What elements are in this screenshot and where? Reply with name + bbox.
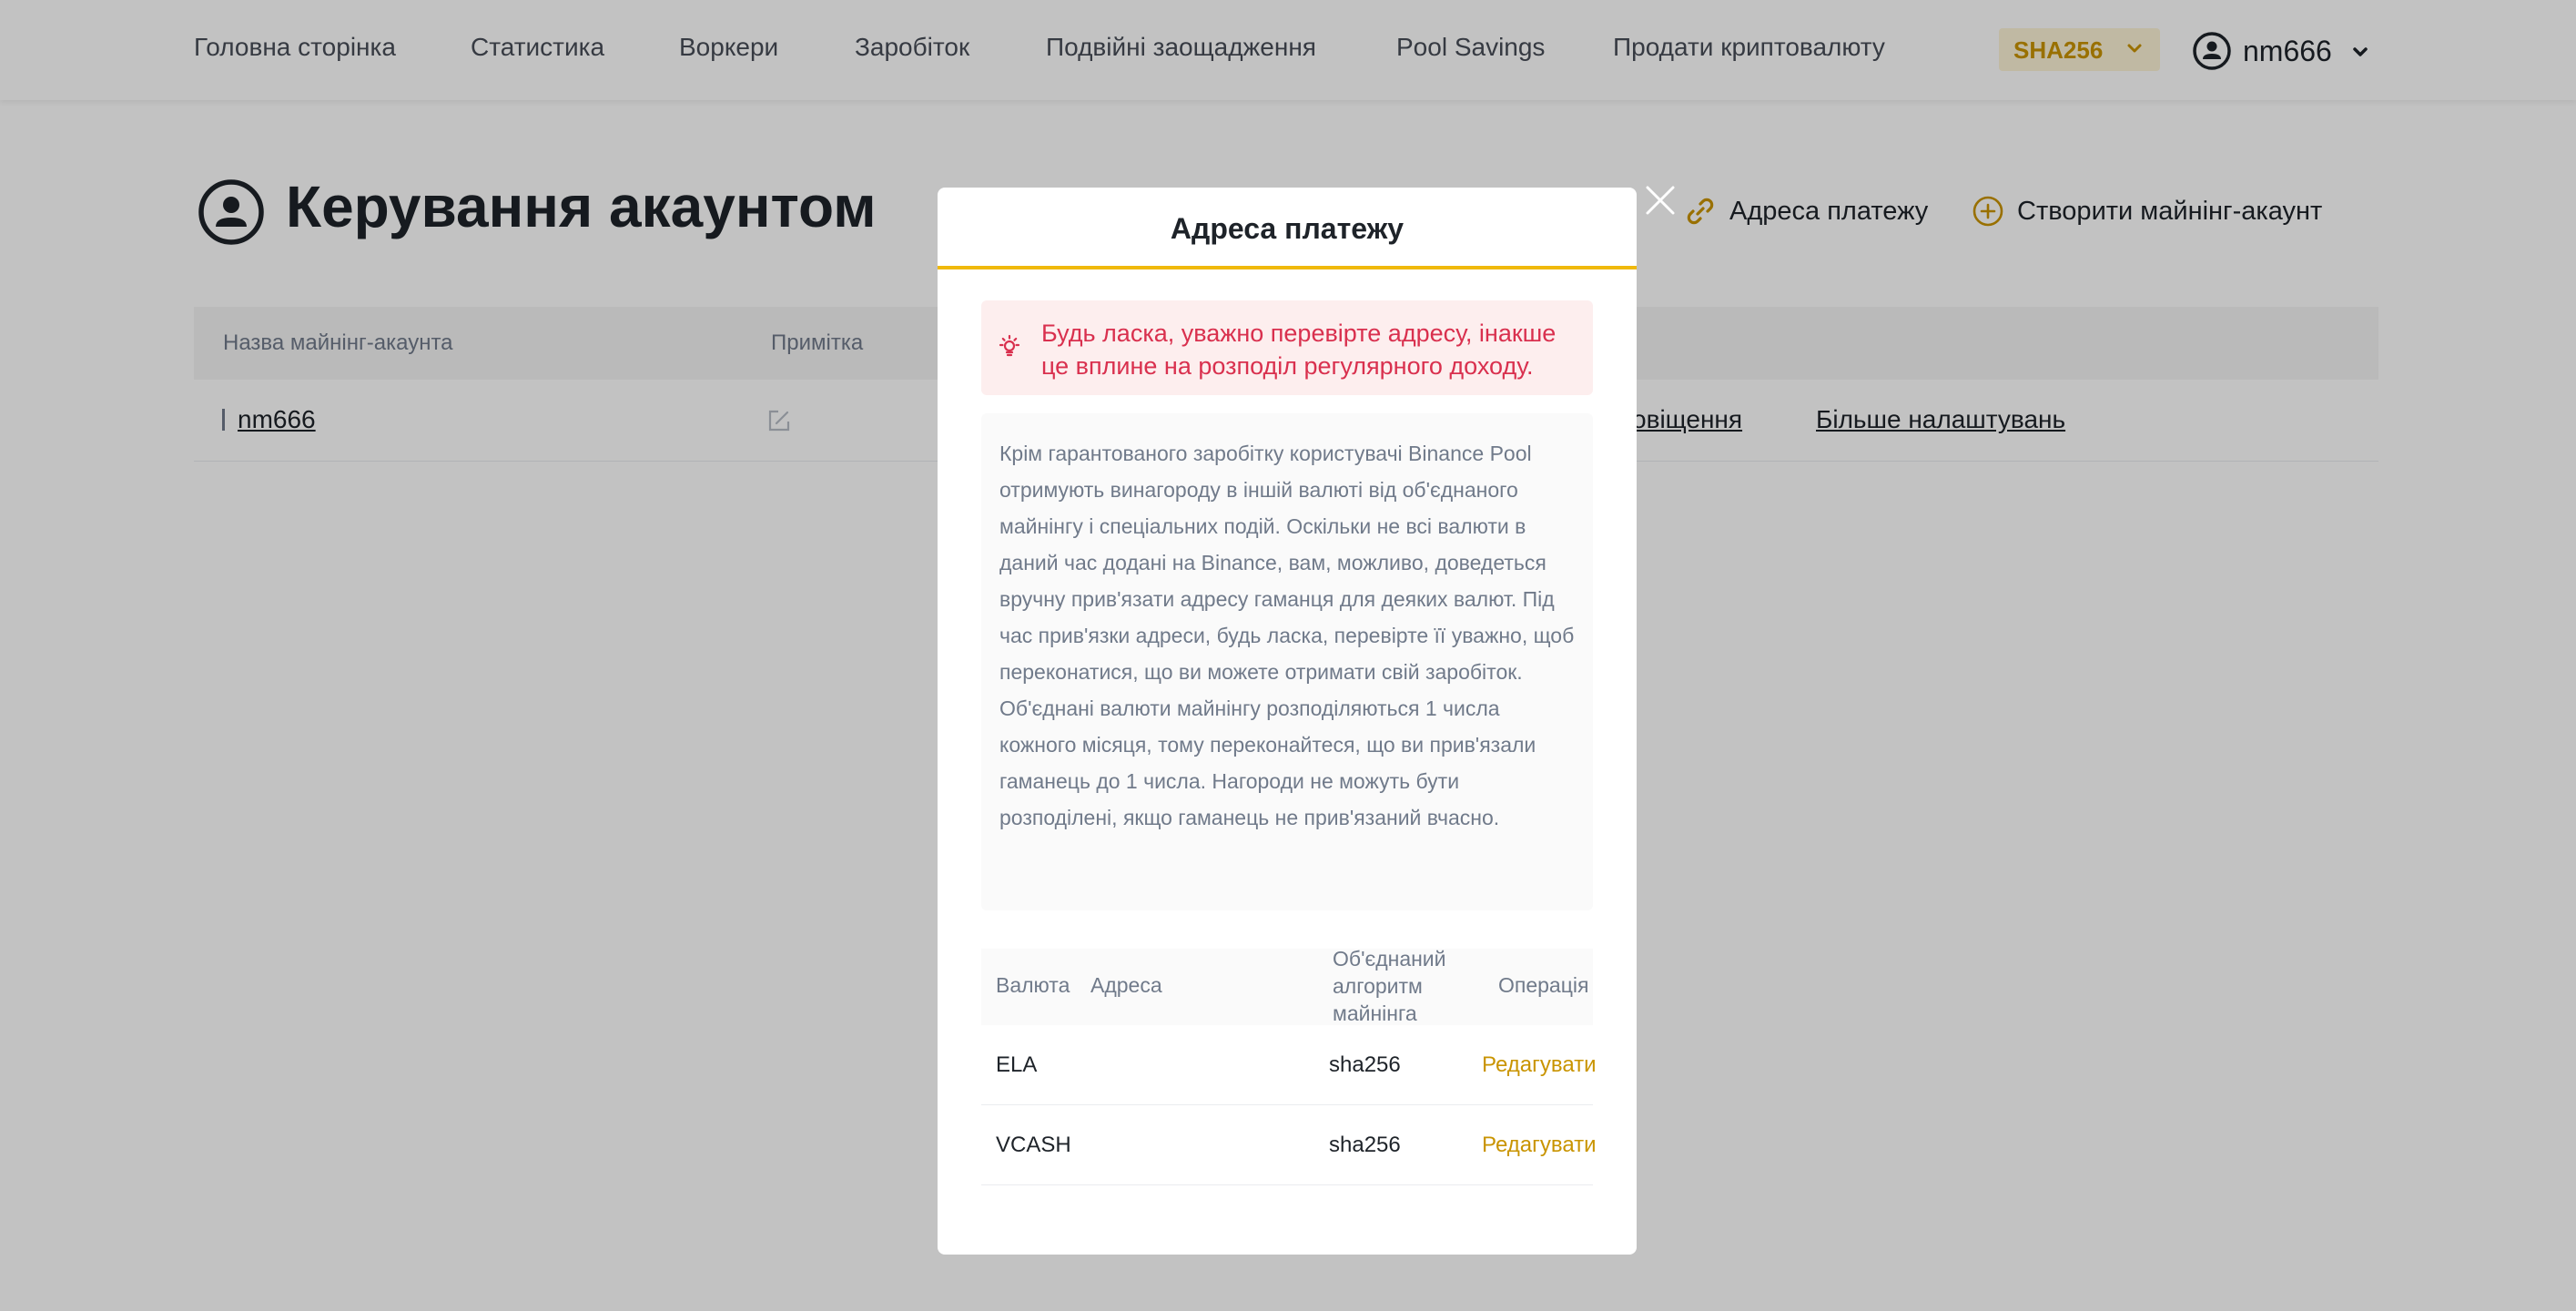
column-merged-algorithm: Об'єднаний алгоритм майнінга <box>1333 947 1446 1025</box>
currency-cell: ELA <box>996 1052 1038 1077</box>
currency-cell: VCASH <box>996 1133 1071 1157</box>
warning-text: Будь ласка, уважно перевірте адресу, іна… <box>1041 320 1557 380</box>
close-icon[interactable] <box>1644 184 1677 217</box>
warning-alert: Будь ласка, уважно перевірте адресу, іна… <box>981 300 1593 395</box>
algorithm-cell: sha256 <box>1329 1133 1401 1157</box>
lightbulb-icon <box>999 334 1020 357</box>
edit-button[interactable]: Редагувати <box>1482 1052 1597 1078</box>
info-box: Крім гарантованого заробітку користувачі… <box>981 413 1593 910</box>
currency-table-header: Валюта Адреса Об'єднаний алгоритм майнін… <box>981 947 1593 1025</box>
edit-button[interactable]: Редагувати <box>1482 1133 1597 1158</box>
info-text: Крім гарантованого заробітку користувачі… <box>999 442 1575 829</box>
payment-address-modal: Адреса платежу Будь ласка, уважно переві… <box>938 188 1637 1255</box>
column-currency: Валюта <box>996 973 1070 997</box>
modal-title: Адреса платежу <box>938 188 1637 269</box>
algorithm-cell: sha256 <box>1329 1052 1401 1077</box>
column-operation: Операція <box>1498 973 1589 997</box>
column-address: Адреса <box>1090 973 1162 997</box>
table-row: VCASH sha256 Редагувати <box>981 1105 1597 1185</box>
table-row: ELA sha256 Редагувати <box>981 1025 1597 1105</box>
